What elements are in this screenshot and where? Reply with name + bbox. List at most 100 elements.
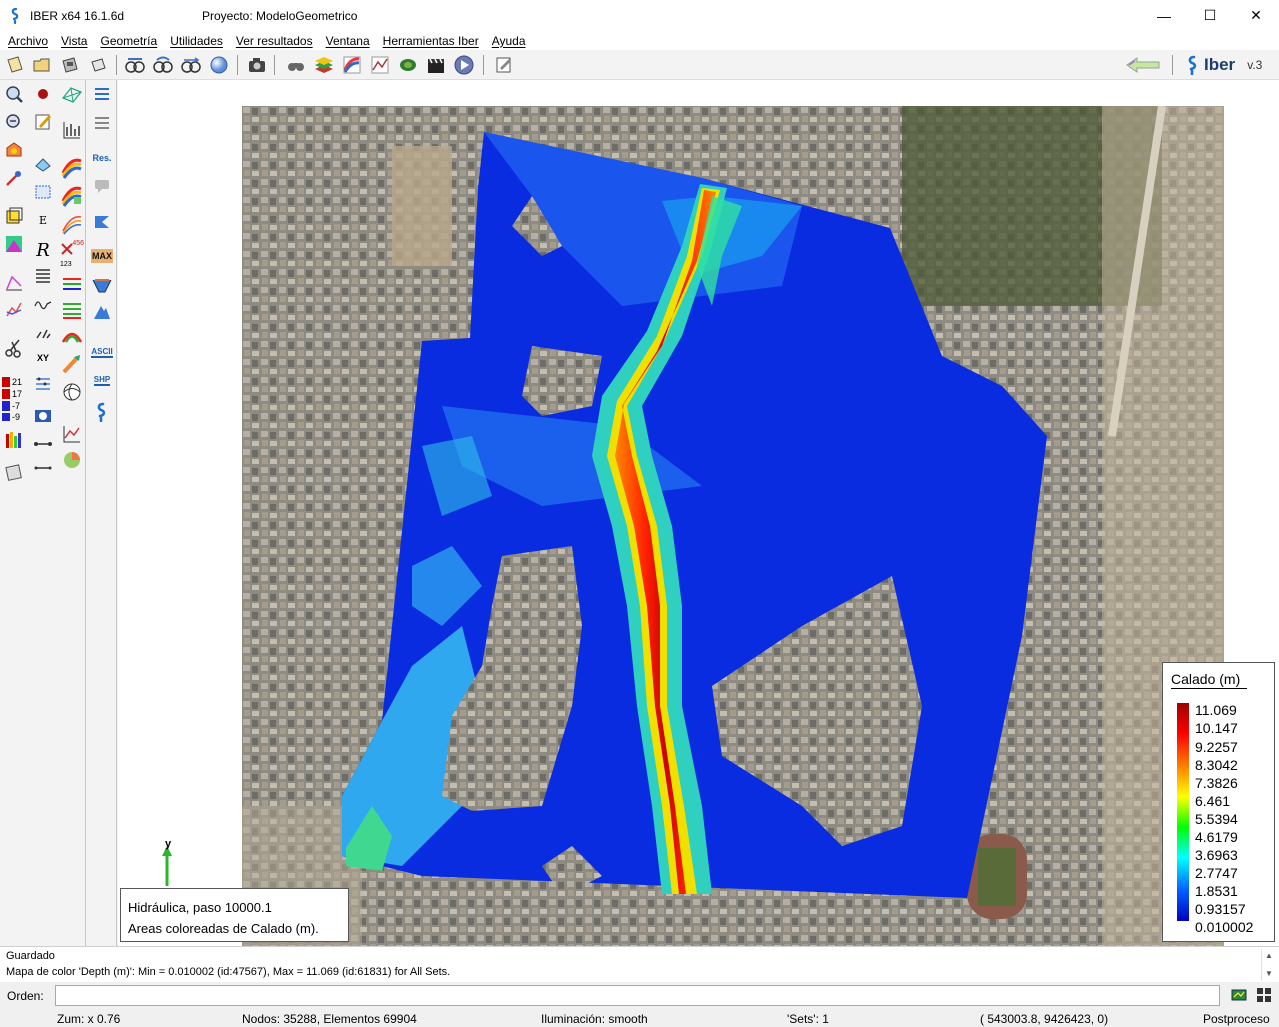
menu-ver-resultados[interactable]: Ver resultados [228,34,318,48]
mesh-view-icon[interactable] [60,82,84,106]
distance-icon[interactable] [31,432,55,456]
label-e-icon[interactable]: E [31,208,55,232]
zoom-in-icon[interactable] [2,82,26,106]
render-color-icon[interactable] [2,138,26,162]
menu-ayuda[interactable]: Ayuda [484,34,531,48]
vectors-color-icon[interactable] [60,272,84,296]
colormap-surface-icon[interactable] [2,232,26,256]
legend-label-2: 9.2257 [1195,739,1238,755]
stream-lines-icon[interactable] [31,372,55,396]
command-label: Orden: [7,989,44,1003]
vector-field-icon[interactable] [31,320,55,344]
render-sphere-icon[interactable] [208,54,230,76]
info-icon[interactable] [31,404,55,428]
main-toolbar: Iber v.3 [0,50,1279,80]
legend-title: Calado (m) [1171,671,1241,687]
export-graph-icon[interactable] [2,460,26,484]
layer-map-icon[interactable] [1231,987,1247,1003]
iber-flow-icon[interactable] [90,210,114,234]
color-brush-icon[interactable] [60,352,84,376]
column-chart-icon[interactable] [60,118,84,142]
legend-label-5: 6.461 [1195,793,1231,809]
iber-hydraulic-icon[interactable] [90,82,114,106]
pie-chart-icon[interactable] [60,448,84,472]
layers-icon[interactable] [313,54,335,76]
menu-ventana[interactable]: Ventana [318,34,375,48]
message-scrollbar[interactable]: ▲ ▼ [1261,949,1277,981]
menu-bar: Archivo Vista Geometría Utilidades Ver r… [0,31,1279,50]
view-rotate-icon[interactable] [152,54,174,76]
iber-mountain-icon[interactable] [90,300,114,324]
graph-wave-icon[interactable] [31,292,55,316]
toolbar-separator [274,55,275,75]
contour-colors-icon[interactable] [60,156,84,180]
animation-clapper-icon[interactable] [425,54,447,76]
flow-lines-icon[interactable] [60,298,84,322]
camera-icon[interactable] [246,54,268,76]
eraser-icon[interactable] [31,152,55,176]
menu-vista[interactable]: Vista [53,34,92,48]
back-arrow-icon[interactable] [1124,54,1162,76]
close-button[interactable]: ✕ [1233,0,1279,31]
menu-utilidades[interactable]: Utilidades [162,34,228,48]
contour-fill-icon[interactable] [341,54,363,76]
grid-view-icon[interactable] [1256,987,1272,1003]
tick-minus-9: -9 [12,412,21,422]
cut-icon[interactable] [2,336,26,360]
select-box-icon[interactable] [31,180,55,204]
zoom-out-icon[interactable] [2,110,26,134]
menu-geometria[interactable]: Geometría [92,34,162,48]
command-row: Orden: [0,982,1279,1009]
contour-lines-icon[interactable] [60,212,84,236]
iber-channel-icon[interactable] [90,274,114,298]
globe-mesh-icon[interactable] [60,380,84,404]
binoculars-icon[interactable] [285,54,307,76]
menu-archivo[interactable]: Archivo [0,34,53,48]
flood-depth-map [242,106,1224,946]
line-segment-icon[interactable] [31,456,55,480]
tool-palette: 21 17 -7 -9 E R XY 456 123 Res. MAX ASCI… [0,80,117,946]
iber-ascii-export-icon[interactable]: ASCII [90,340,114,364]
contour-colors-alt-icon[interactable] [60,184,84,208]
save-icon[interactable] [59,54,81,76]
edit-notes-icon[interactable] [493,54,515,76]
new-file-icon[interactable] [4,54,26,76]
iber-comment-icon[interactable] [90,174,114,198]
save-as-icon[interactable] [87,54,109,76]
contour-limits-icon[interactable]: 21 17 -7 -9 [2,376,26,422]
color-bars-icon[interactable] [2,428,26,452]
terrain-icon[interactable] [397,54,419,76]
point-icon[interactable] [31,82,55,106]
open-folder-icon[interactable] [31,54,53,76]
line-chart-icon[interactable] [60,422,84,446]
legend-label-7: 4.6179 [1195,829,1238,845]
numbering-icon[interactable]: 456 123 [60,240,84,268]
menu-herramientas-iber[interactable]: Herramientas Iber [375,34,484,48]
scroll-down-icon[interactable]: ▼ [1265,969,1273,978]
play-icon[interactable] [453,54,475,76]
graphics-canvas[interactable]: y Hidráulica, paso 10000.1 Areas colorea… [118,80,1279,946]
iber-sediment-icon[interactable] [90,110,114,134]
scroll-up-icon[interactable]: ▲ [1265,951,1273,960]
graph-icon[interactable] [369,54,391,76]
iber-results-icon[interactable]: Res. [90,146,114,170]
list-icon[interactable] [31,264,55,288]
pick-point-icon[interactable] [2,166,26,190]
view-zoom-icon[interactable] [124,54,146,76]
label-r-icon[interactable]: R [31,238,55,262]
minimize-button[interactable]: — [1141,0,1187,31]
multi-line-graph-icon[interactable] [2,298,26,322]
view-pan-icon[interactable] [180,54,202,76]
maximize-button[interactable]: ☐ [1187,0,1233,31]
iber-logo-tool-icon[interactable] [90,400,114,424]
xy-axes-icon[interactable]: XY [31,346,55,370]
iber-shp-export-icon[interactable]: SHP [90,368,114,392]
command-input[interactable] [55,985,1220,1006]
iber-max-icon[interactable]: MAX [90,244,114,268]
surface-icon[interactable] [2,204,26,228]
edit-icon[interactable] [31,110,55,134]
line-graph-icon[interactable] [2,270,26,294]
toolbar-separator [1172,55,1173,75]
result-step-text: Hidráulica, paso 10000.1 [128,900,272,915]
rainbow-icon[interactable] [60,324,84,348]
